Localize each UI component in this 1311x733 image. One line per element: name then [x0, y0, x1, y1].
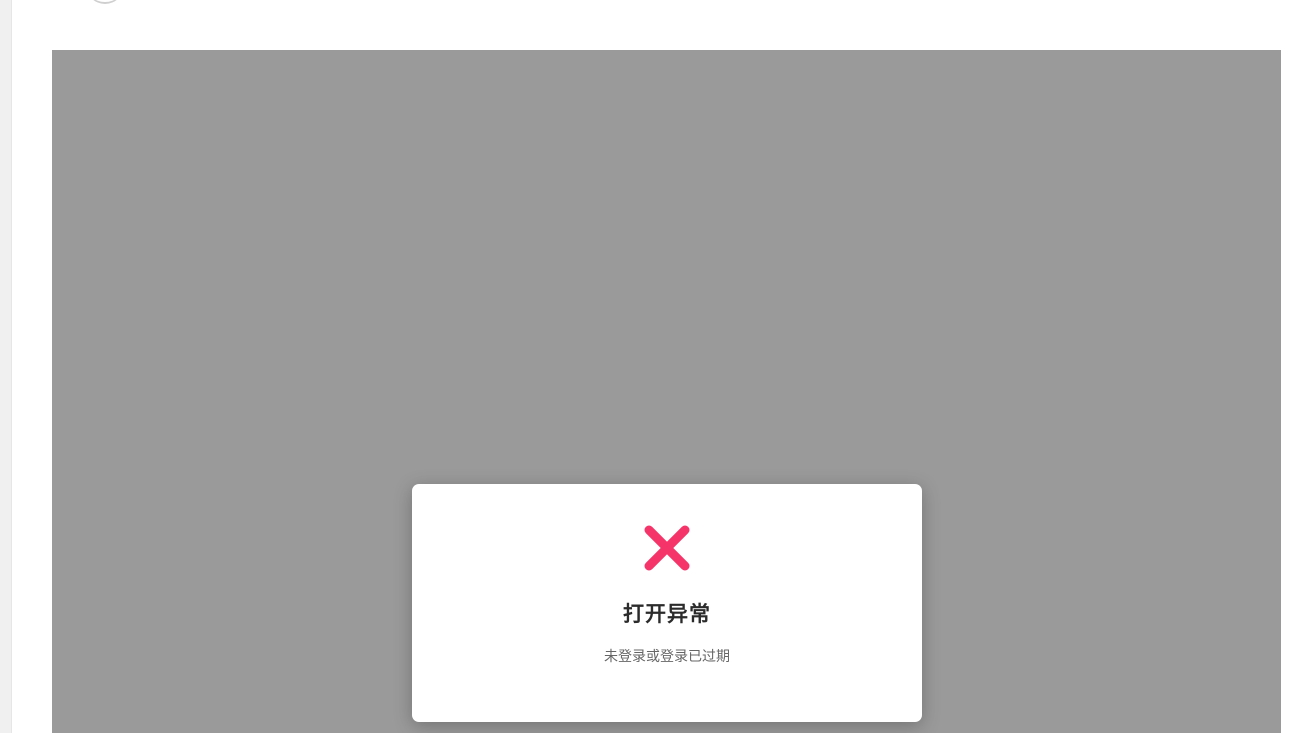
avatar [86, 0, 124, 4]
error-dialog: 打开异常 未登录或登录已过期 [412, 484, 922, 722]
close-x-icon [644, 525, 690, 571]
dialog-title: 打开异常 [623, 602, 711, 626]
dialog-message: 未登录或登录已过期 [604, 649, 730, 665]
left-edge-strip [0, 0, 12, 733]
